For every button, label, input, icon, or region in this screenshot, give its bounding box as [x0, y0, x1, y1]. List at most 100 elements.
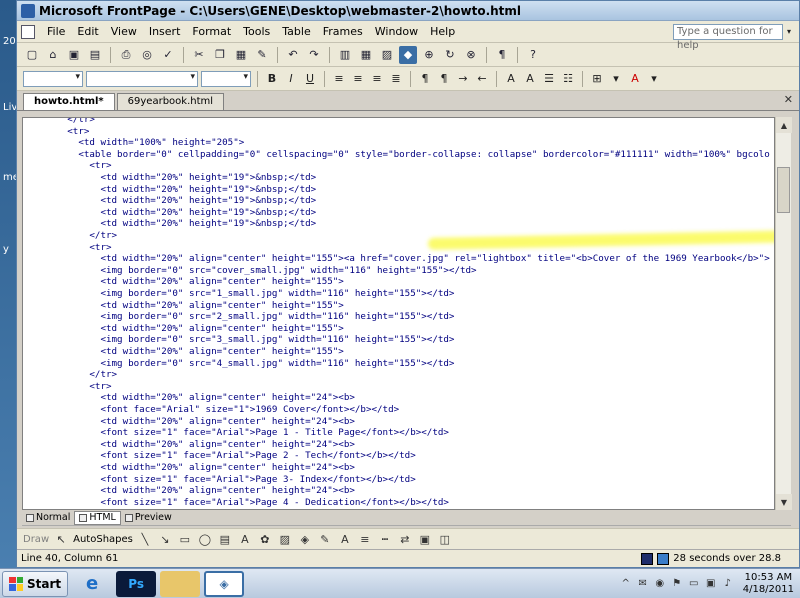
preview-icon[interactable]: ◎: [138, 46, 156, 64]
menu-help[interactable]: Help: [424, 25, 461, 38]
tab-preview[interactable]: Preview: [121, 511, 176, 525]
justify-icon[interactable]: ≣: [388, 70, 404, 88]
bold-button[interactable]: B: [264, 70, 280, 88]
menu-file[interactable]: File: [41, 25, 71, 38]
borders-icon[interactable]: ⊞: [589, 70, 605, 88]
rectangle-icon[interactable]: ▭: [177, 532, 193, 548]
menu-window[interactable]: Window: [369, 25, 424, 38]
grow-font-icon[interactable]: A: [503, 70, 519, 88]
document-icon[interactable]: [21, 24, 35, 39]
arrow-style-icon[interactable]: ⇄: [397, 532, 413, 548]
redo-icon[interactable]: ↷: [305, 46, 323, 64]
wordart-icon[interactable]: A: [237, 532, 253, 548]
tab-html[interactable]: HTML: [74, 510, 121, 525]
refresh-icon[interactable]: ↻: [441, 46, 459, 64]
line-icon[interactable]: ╲: [137, 532, 153, 548]
help-icon[interactable]: ?: [524, 46, 542, 64]
line-style-icon[interactable]: ≡: [357, 532, 373, 548]
system-clock[interactable]: 10:53 AM 4/18/2011: [739, 572, 794, 596]
increase-indent-icon[interactable]: →: [455, 70, 471, 88]
insert-component-icon[interactable]: ▥: [336, 46, 354, 64]
shrink-font-icon[interactable]: A: [522, 70, 538, 88]
tray-expand-icon[interactable]: ^: [620, 578, 632, 590]
ltr-icon[interactable]: ¶: [417, 70, 433, 88]
tab-69yearbook[interactable]: 69yearbook.html: [116, 93, 225, 110]
display-icon[interactable]: ▭: [688, 578, 700, 590]
font-color-icon[interactable]: A: [627, 70, 643, 88]
scroll-thumb[interactable]: [777, 167, 790, 213]
clipart-icon[interactable]: ✿: [257, 532, 273, 548]
new-page-icon[interactable]: ▢: [23, 46, 41, 64]
open-icon[interactable]: ⌂: [44, 46, 62, 64]
monitor-icon[interactable]: ▣: [705, 578, 717, 590]
arrow-icon[interactable]: ↘: [157, 532, 173, 548]
save-icon[interactable]: ▣: [65, 46, 83, 64]
highlight-color-icon[interactable]: ▾: [608, 70, 624, 88]
decrease-indent-icon[interactable]: ←: [474, 70, 490, 88]
insert-table-icon[interactable]: ▦: [357, 46, 375, 64]
menu-tools[interactable]: Tools: [237, 25, 276, 38]
drawing-icon[interactable]: ◆: [399, 45, 417, 64]
underline-button[interactable]: U: [302, 70, 318, 88]
cut-icon[interactable]: ✂: [190, 46, 208, 64]
draw-menu[interactable]: Draw: [23, 534, 49, 545]
align-right-icon[interactable]: ≡: [369, 70, 385, 88]
menu-frames[interactable]: Frames: [317, 25, 369, 38]
publish-icon[interactable]: ▤: [86, 46, 104, 64]
network-icon[interactable]: ◉: [654, 578, 666, 590]
insert-picture-icon[interactable]: ▨: [378, 46, 396, 64]
volume-icon[interactable]: ♪: [722, 578, 734, 590]
frontpage-task-icon[interactable]: ◈: [204, 570, 245, 597]
3d-icon[interactable]: ◫: [437, 532, 453, 548]
menu-edit[interactable]: Edit: [71, 25, 104, 38]
shadow-icon[interactable]: ▣: [417, 532, 433, 548]
numbering-icon[interactable]: ☰: [541, 70, 557, 88]
internet-explorer-icon[interactable]: e: [72, 571, 112, 597]
picture-icon[interactable]: ▨: [277, 532, 293, 548]
menu-format[interactable]: Format: [186, 25, 237, 38]
hyperlink-icon[interactable]: ⊕: [420, 46, 438, 64]
autoshapes-menu[interactable]: AutoShapes: [73, 534, 133, 545]
menu-view[interactable]: View: [105, 25, 143, 38]
html-code-editor[interactable]: </tr> <tr> <td width="100%" height="205"…: [22, 117, 775, 510]
photoshop-icon[interactable]: Ps: [116, 570, 157, 597]
font-color-dropdown-icon[interactable]: ▾: [646, 70, 662, 88]
font-color-icon[interactable]: A: [337, 532, 353, 548]
select-arrow-icon[interactable]: ↖: [53, 532, 69, 548]
font-select[interactable]: [86, 70, 198, 87]
print-icon[interactable]: ⎙: [117, 46, 135, 64]
spelling-icon[interactable]: ✓: [159, 46, 177, 64]
show-all-icon[interactable]: ¶: [493, 46, 511, 64]
help-dropdown-icon[interactable]: ▾: [787, 27, 799, 36]
menu-table[interactable]: Table: [276, 25, 316, 38]
rtl-icon[interactable]: ¶: [436, 70, 452, 88]
paste-icon[interactable]: ▦: [232, 46, 250, 64]
oval-icon[interactable]: ◯: [197, 532, 213, 548]
tab-normal[interactable]: Normal: [22, 511, 74, 525]
align-left-icon[interactable]: ≡: [331, 70, 347, 88]
style-select[interactable]: [23, 70, 83, 87]
font-size-select[interactable]: [201, 70, 251, 87]
align-center-icon[interactable]: ≡: [350, 70, 366, 88]
mail-icon[interactable]: ✉: [637, 578, 649, 590]
fill-color-icon[interactable]: ◈: [297, 532, 313, 548]
scroll-down-icon[interactable]: ▼: [776, 494, 792, 510]
security-icon[interactable]: ⚑: [671, 578, 683, 590]
italic-button[interactable]: I: [283, 70, 299, 88]
menu-insert[interactable]: Insert: [143, 25, 187, 38]
vertical-scrollbar[interactable]: ▲ ▼: [775, 117, 792, 510]
undo-icon[interactable]: ↶: [284, 46, 302, 64]
start-button[interactable]: Start: [2, 570, 69, 597]
stop-icon[interactable]: ⊗: [462, 46, 480, 64]
scroll-up-icon[interactable]: ▲: [776, 117, 792, 133]
title-bar[interactable]: Microsoft FrontPage - C:\Users\GENE\Desk…: [17, 1, 799, 21]
help-search-input[interactable]: Type a question for help: [673, 23, 783, 51]
explorer-folder-icon[interactable]: [160, 570, 201, 597]
format-painter-icon[interactable]: ✎: [253, 46, 271, 64]
copy-icon[interactable]: ❐: [211, 46, 229, 64]
textbox-icon[interactable]: ▤: [217, 532, 233, 548]
bullets-icon[interactable]: ☷: [560, 70, 576, 88]
line-color-icon[interactable]: ✎: [317, 532, 333, 548]
close-icon[interactable]: ✕: [784, 93, 793, 106]
tab-howto[interactable]: howto.html*: [23, 93, 115, 110]
